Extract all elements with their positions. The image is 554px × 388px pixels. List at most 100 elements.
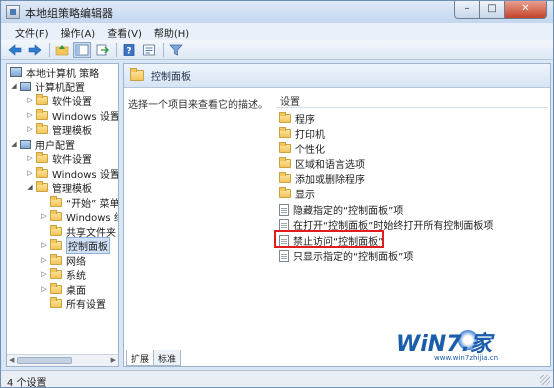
tree-item-admin-templates[interactable]: ▷ 管理模板 <box>26 122 92 137</box>
folder-icon <box>50 224 62 236</box>
back-arrow-icon[interactable] <box>6 42 24 58</box>
list-item-policy[interactable]: 隐藏指定的“控制面板”项 <box>279 202 403 217</box>
tree-item-admin-templates[interactable]: ◢ 管理模板 <box>26 180 92 195</box>
red-highlight-annotation <box>274 230 384 248</box>
folder-icon <box>279 127 291 138</box>
console-tree[interactable]: 本地计算机 策略 ◢ 计算机配置 ▷ 软件设置 ▷ Windows 设置 ▷ 管… <box>6 63 119 367</box>
up-folder-icon[interactable] <box>53 42 71 58</box>
tree-item-desktop[interactable]: ▷ 桌面 <box>40 282 86 297</box>
properties-icon[interactable] <box>140 42 158 58</box>
policy-setting-icon <box>279 218 289 231</box>
folder-icon <box>279 112 291 123</box>
minimize-button[interactable]: – <box>454 1 480 19</box>
title-bar[interactable]: 本地组策略编辑器 – □ ✕ <box>1 1 553 23</box>
collapsed-arrow-icon[interactable]: ▷ <box>26 96 34 104</box>
menu-file[interactable]: 文件(F) <box>9 23 55 40</box>
collapsed-arrow-icon[interactable]: ▷ <box>40 256 48 264</box>
maximize-button[interactable]: □ <box>480 1 505 19</box>
collapsed-arrow-icon[interactable]: ▷ <box>26 125 34 133</box>
list-item-policy[interactable]: 只显示指定的“控制面板”项 <box>279 248 413 263</box>
menu-bar: 文件(F) 操作(A) 查看(V) 帮助(H) <box>1 23 553 40</box>
collapsed-arrow-icon[interactable]: ▷ <box>40 241 48 249</box>
column-header-setting[interactable]: 设置 <box>276 90 548 108</box>
app-icon <box>6 5 20 19</box>
expanded-arrow-icon[interactable]: ◢ <box>26 183 34 191</box>
details-header: 控制面板 <box>124 64 550 88</box>
expanded-arrow-icon[interactable]: ◢ <box>10 82 18 90</box>
folder-icon <box>36 108 48 120</box>
folder-icon <box>279 157 291 168</box>
collapsed-arrow-icon[interactable]: ▷ <box>26 169 34 177</box>
policy-icon <box>10 67 22 77</box>
folder-icon <box>130 68 144 81</box>
show-hide-tree-icon[interactable] <box>73 41 91 58</box>
details-pane: 控制面板 选择一个项目来查看它的描述。 设置 程序 打印机 个性化 区域和语言选… <box>123 63 551 367</box>
expanded-arrow-icon[interactable]: ◢ <box>10 140 18 148</box>
status-bar: 4 个设置 <box>1 370 553 388</box>
tab-extended[interactable]: 扩展 <box>126 350 155 366</box>
folder-icon <box>50 195 62 207</box>
tree-item-all-settings[interactable]: 所有设置 <box>40 296 106 311</box>
list-item-folder[interactable]: 区域和语言选项 <box>279 156 365 171</box>
description-text: 选择一个项目来查看它的描述。 <box>128 100 268 111</box>
tree-item-software-settings[interactable]: ▷ 软件设置 <box>26 151 92 166</box>
scrollbar-thumb[interactable] <box>17 357 72 364</box>
tree-item-network[interactable]: ▷ 网络 <box>40 253 86 268</box>
list-item-folder[interactable]: 个性化 <box>279 141 325 156</box>
collapsed-arrow-icon[interactable]: ▷ <box>40 212 48 220</box>
tree-item-start-menu[interactable]: “开始” 菜单 <box>40 195 118 210</box>
tree-user-config[interactable]: ◢ 用户配置 <box>10 137 75 152</box>
menu-action[interactable]: 操作(A) <box>55 23 102 40</box>
details-title: 控制面板 <box>151 72 191 83</box>
user-icon <box>20 139 31 149</box>
tab-standard[interactable]: 标准 <box>154 350 182 366</box>
close-button[interactable]: ✕ <box>505 1 547 19</box>
status-text: 4 个设置 <box>7 378 47 388</box>
toolbar-separator <box>163 42 164 57</box>
window-title: 本地组策略编辑器 <box>25 7 113 20</box>
export-list-icon[interactable] <box>93 42 111 58</box>
tree-item-windows-components[interactable]: ▷ Windows 组 <box>40 209 118 224</box>
policy-setting-icon <box>279 203 289 216</box>
list-item-folder[interactable]: 显示 <box>279 186 315 201</box>
collapsed-arrow-icon[interactable]: ▷ <box>40 270 48 278</box>
window-controls: – □ ✕ <box>454 1 547 19</box>
menu-view[interactable]: 查看(V) <box>101 23 148 40</box>
folder-icon <box>50 209 62 221</box>
tree-root[interactable]: 本地计算机 策略 <box>10 65 99 80</box>
computer-icon <box>20 81 31 91</box>
policy-setting-icon <box>279 249 289 262</box>
tree-item-windows-settings[interactable]: ▷ Windows 设置 <box>26 108 118 123</box>
list-item-folder[interactable]: 程序 <box>279 111 315 126</box>
horizontal-scrollbar[interactable]: ◀ ▶ <box>7 354 118 366</box>
view-tabs: 扩展 标准 <box>126 350 182 366</box>
collapsed-arrow-icon[interactable]: ▷ <box>26 111 34 119</box>
tree-item-software-settings[interactable]: ▷ 软件设置 <box>26 93 92 108</box>
menu-help[interactable]: 帮助(H) <box>148 23 195 40</box>
tree-item-control-panel[interactable]: ▷ 控制面板 <box>40 236 110 254</box>
watermark-url: www.win7zhijia.cn <box>434 354 499 362</box>
tree-item-system[interactable]: ▷ 系统 <box>40 267 86 282</box>
list-item-folder[interactable]: 添加或删除程序 <box>279 171 365 186</box>
folder-icon <box>36 166 48 178</box>
folder-icon <box>36 180 48 192</box>
scroll-right-icon[interactable]: ▶ <box>111 356 116 364</box>
collapsed-arrow-icon[interactable]: ▷ <box>40 285 48 293</box>
list-item-folder[interactable]: 打印机 <box>279 126 325 141</box>
help-icon[interactable]: ? <box>120 42 138 58</box>
folder-icon <box>50 253 62 265</box>
toolbar-separator <box>49 42 50 57</box>
folder-icon <box>36 151 48 163</box>
folder-icon <box>50 238 62 250</box>
forward-arrow-icon[interactable] <box>26 42 44 58</box>
folder-icon <box>50 282 62 294</box>
tree-computer-config[interactable]: ◢ 计算机配置 <box>10 79 85 94</box>
watermark-logo: WiN7.家 www.win7zhijia.cn <box>396 326 516 362</box>
filter-icon[interactable] <box>167 42 185 58</box>
svg-text:?: ? <box>126 46 131 56</box>
resize-grip-icon[interactable] <box>540 375 550 385</box>
folder-icon <box>279 187 291 198</box>
scroll-left-icon[interactable]: ◀ <box>9 356 14 364</box>
tree-item-windows-settings[interactable]: ▷ Windows 设置 <box>26 166 118 181</box>
collapsed-arrow-icon[interactable]: ▷ <box>26 154 34 162</box>
